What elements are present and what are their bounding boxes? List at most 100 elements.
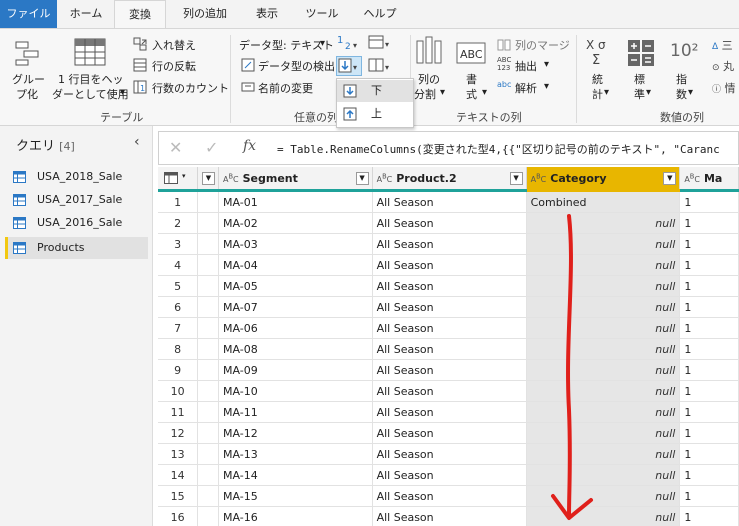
row-number[interactable]: 1 [158,190,199,213]
chevron-down-icon[interactable]: ▾ [440,87,445,98]
segment-cell[interactable]: MA-15 [218,485,373,507]
tab-help[interactable]: ヘルプ [352,0,408,28]
split-column-icon[interactable] [414,35,444,70]
query-item-usa-2017[interactable]: USA_2017_Sale [5,189,148,211]
ma-cell[interactable]: 1 [679,422,739,444]
cancel-icon[interactable]: ✕ [169,138,182,157]
group-by-label-2[interactable]: プ化 [16,86,38,102]
table-row[interactable]: 9 MA-09 All Season null 1 [158,359,739,381]
format-label-1[interactable]: 書 [466,71,477,87]
format-icon[interactable]: ABC [456,41,486,68]
row-number[interactable]: 5 [158,275,199,297]
tab-home[interactable]: ホーム [60,0,112,28]
blank-cell[interactable] [197,275,219,297]
column-header-segment[interactable]: ABC Segment ▼ [218,167,373,192]
table-row[interactable]: 13 MA-13 All Season null 1 [158,443,739,465]
product-cell[interactable]: All Season [372,401,527,423]
first-row-header-icon[interactable] [74,37,106,70]
ma-cell[interactable]: 1 [679,233,739,255]
tab-view[interactable]: 表示 [244,0,290,28]
first-row-header-label-2[interactable]: ダーとして使用 [52,86,129,102]
query-item-products[interactable]: Products [5,237,148,259]
blank-cell[interactable] [197,359,219,381]
segment-cell[interactable]: MA-12 [218,422,373,444]
group-by-label-1[interactable]: グルー [12,71,45,87]
ma-cell[interactable]: 1 [679,401,739,423]
row-number[interactable]: 4 [158,254,199,276]
segment-cell[interactable]: MA-13 [218,443,373,465]
ma-cell[interactable]: 1 [679,443,739,465]
ma-cell[interactable]: 1 [679,317,739,339]
column-header-product-2[interactable]: ABC Product.2 ▼ [372,167,527,192]
filter-dropdown-icon[interactable]: ▼ [509,172,523,185]
group-by-icon[interactable] [14,39,42,70]
blank-cell[interactable] [197,296,219,318]
fill-up-option[interactable]: 上 [337,103,413,125]
table-row[interactable]: 16 MA-16 All Season null 1 [158,506,739,526]
row-number[interactable]: 14 [158,464,199,486]
product-cell[interactable]: All Season [372,296,527,318]
rename-button[interactable]: 名前の変更 [258,80,313,96]
parse-button[interactable]: 解析 [515,80,537,96]
collapse-chevron-icon[interactable]: ‹ [134,134,140,150]
ma-cell[interactable]: 1 [679,296,739,318]
segment-cell[interactable]: MA-05 [218,275,373,297]
product-cell[interactable]: All Season [372,359,527,381]
table-row[interactable]: 10 MA-10 All Season null 1 [158,380,739,402]
table-row[interactable]: 15 MA-15 All Season null 1 [158,485,739,507]
column-header-ma[interactable]: ABC Ma [679,167,739,192]
function-fx-icon[interactable]: fx [243,138,256,154]
product-cell[interactable]: All Season [372,212,527,234]
chevron-down-icon[interactable]: ▾ [544,81,549,92]
table-row[interactable]: 12 MA-12 All Season null 1 [158,422,739,444]
chevron-down-icon[interactable]: ▾ [320,38,325,49]
detect-type-icon[interactable] [241,58,255,75]
tab-file[interactable]: ファイル [0,0,57,28]
blank-cell[interactable] [197,212,219,234]
segment-cell[interactable]: MA-04 [218,254,373,276]
format-label-2[interactable]: 式 [466,86,477,102]
pivot-icon[interactable]: ▾ [368,35,394,54]
table-row[interactable]: 7 MA-06 All Season null 1 [158,317,739,339]
ma-cell[interactable]: 1 [679,190,739,213]
segment-cell[interactable]: MA-06 [218,317,373,339]
blank-cell[interactable] [197,380,219,402]
segment-cell[interactable]: MA-03 [218,233,373,255]
query-item-usa-2016[interactable]: USA_2016_Sale [5,212,148,234]
table-row[interactable]: 14 MA-14 All Season null 1 [158,464,739,486]
product-cell[interactable]: All Season [372,254,527,276]
segment-cell[interactable]: MA-08 [218,338,373,360]
product-cell[interactable]: All Season [372,464,527,486]
row-number[interactable]: 16 [158,506,199,526]
blank-cell[interactable] [197,254,219,276]
chevron-down-icon[interactable]: ▾ [604,87,609,98]
ma-cell[interactable]: 1 [679,275,739,297]
row-number[interactable]: 13 [158,443,199,465]
filter-dropdown-icon[interactable]: ▼ [663,172,677,185]
rounding-button[interactable]: ⊙ 丸 [712,58,734,74]
merge-columns-button[interactable]: 列のマージ [515,37,570,53]
scientific-icon[interactable]: 10² [670,41,698,61]
split-column-label-1[interactable]: 列の [418,71,440,87]
confirm-check-icon[interactable]: ✓ [205,138,218,157]
segment-cell[interactable]: MA-10 [218,380,373,402]
information-button[interactable]: ⓘ 情 [712,80,736,96]
product-cell[interactable]: All Season [372,338,527,360]
blank-cell[interactable] [197,401,219,423]
blank-cell[interactable] [197,190,219,213]
standard-icon[interactable] [627,39,655,70]
product-cell[interactable]: All Season [372,443,527,465]
reverse-rows-icon[interactable] [133,58,147,75]
chevron-down-icon[interactable]: ▾ [688,87,693,98]
tab-tools[interactable]: ツール [296,0,348,28]
count-rows-icon[interactable]: 1 [133,80,147,97]
ma-cell[interactable]: 1 [679,254,739,276]
ma-cell[interactable]: 1 [679,464,739,486]
count-rows-button[interactable]: 行数のカウント [152,80,229,96]
segment-cell[interactable]: MA-11 [218,401,373,423]
segment-cell[interactable]: MA-14 [218,464,373,486]
ma-cell[interactable]: 1 [679,506,739,526]
ma-cell[interactable]: 1 [679,338,739,360]
first-row-header-label-1[interactable]: 1 行目をヘッ [58,71,124,87]
product-cell[interactable]: All Season [372,275,527,297]
